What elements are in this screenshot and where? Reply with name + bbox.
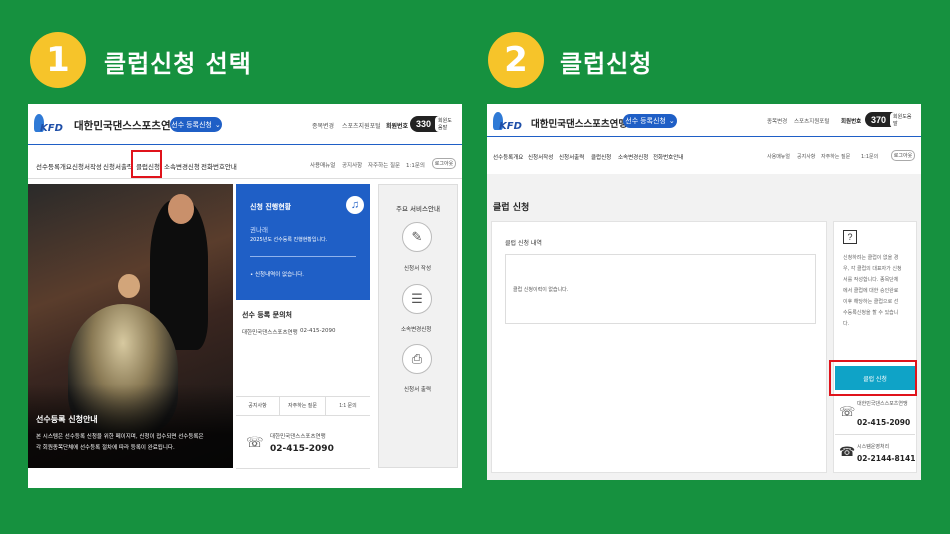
services-title: 주요 서비스안내 (396, 205, 440, 213)
left-screenshot: KFD 대한민국댄스스포츠연맹 선수 등록신청 ⌄ 종목변경 스포츠지원포털 회원… (28, 104, 462, 488)
nav-item-transfer[interactable]: 소속변경신청 (618, 153, 648, 161)
help-line-1: 우, 각 클럽의 대표자가 신청 (843, 266, 902, 272)
help-line-5: 수등록신청을 할 수 있습니 (843, 310, 899, 316)
nav-item-print[interactable]: 신청서출력 (103, 161, 133, 171)
status-line: 2025년도 선수등록 진행현황입니다. (250, 237, 328, 243)
visit-badge: 370 회원도움말 (865, 111, 917, 128)
logout-button[interactable]: 로그아웃 (891, 150, 915, 161)
help-line-6: 다. (843, 321, 850, 327)
util-link-3[interactable]: 1:1문의 (861, 153, 878, 160)
visit-label: 회원번호 (841, 119, 862, 125)
nav-item-overview[interactable]: 선수등록개요 (36, 161, 72, 171)
phone-icon: ☏ (246, 434, 264, 450)
contact-org: 대한민국댄스스포츠연맹 (270, 434, 326, 440)
form-write-icon[interactable]: ✎ (402, 222, 432, 252)
service-item-1[interactable]: 소속변경신청 (401, 325, 431, 333)
dancer-man-head (168, 194, 194, 224)
chevron-down-icon: ⌄ (668, 118, 675, 125)
step-2-badge: 2 (488, 32, 544, 88)
hero-line-1: 본 시스템은 선수등록 신청을 위한 페이지며, 신청이 접수되면 선수등록은 (36, 434, 204, 440)
bottom-tab-qna[interactable]: 1:1 문의 (326, 396, 370, 416)
step-1-title: 클럽신청 선택 (104, 50, 252, 78)
headset-icon: ☎ (839, 444, 856, 459)
util-link-0[interactable]: 사용매뉴얼 (767, 153, 790, 160)
inquiry-phone: 02-415-2090 (300, 328, 336, 334)
contact-phone: 02-415-2090 (270, 444, 334, 454)
status-empty: • 신청내역이 없습니다. (250, 272, 305, 278)
menu-pill[interactable]: 선수 등록신청 ⌄ (170, 117, 222, 132)
visit-label: 회원번호 (386, 123, 409, 130)
help-line-3: 에서 클럽에 대한 승인완료 (843, 288, 899, 294)
service-item-0[interactable]: 신청서 작성 (404, 264, 431, 272)
top-link-1[interactable]: 스포츠지원포털 (794, 117, 829, 125)
question-icon: ? (843, 230, 857, 244)
org-name: 대한민국댄스스포츠연맹 (74, 120, 181, 132)
org-name: 대한민국댄스스포츠연맹 (531, 119, 628, 130)
contact2-phone: 02-2144-8141 (857, 454, 916, 463)
printer-icon[interactable]: ⎙ (402, 344, 432, 374)
hero-line-2: 각 회원종목단체에 선수등록 절차에 따라 등록이 완료됩니다. (36, 445, 175, 451)
bottom-tab-faq[interactable]: 자주하는 질문 (280, 396, 326, 416)
contact2-org: 시스템운영처리 (857, 444, 890, 450)
nav-item-form[interactable]: 신청서작성 (528, 153, 553, 161)
inquiry-title: 선수 등록 문의처 (242, 311, 292, 319)
logo[interactable]: KFD (34, 114, 64, 136)
util-link-2[interactable]: 자주하는 질문 (821, 153, 850, 160)
nav-item-form[interactable]: 신청서작성 (72, 161, 102, 171)
util-link-1[interactable]: 공지사항 (797, 153, 815, 160)
club-nav-highlight (131, 150, 162, 178)
history-empty: 클럽 신청이력이 없습니다. (513, 287, 569, 293)
dancer-icon: ♫ (346, 196, 364, 214)
nav-item-club[interactable]: 클럽신청 (591, 153, 611, 161)
top-link-0[interactable]: 종목변경 (312, 121, 334, 130)
visit-badge: 330 회원도움말 (410, 116, 458, 132)
service-item-2[interactable]: 신청서 출력 (404, 385, 431, 393)
top-link-1[interactable]: 스포츠지원포털 (342, 121, 381, 130)
util-link-0[interactable]: 사용매뉴얼 (310, 161, 335, 169)
right-screenshot: KFD 대한민국댄스스포츠연맹 선수 등록신청 ⌄ 종목변경 스포츠지원포털 회원… (487, 104, 921, 480)
step-1-badge: 1 (30, 32, 86, 88)
status-name: 권나래 (250, 226, 268, 234)
chevron-down-icon: ⌄ (214, 121, 221, 129)
hero-title: 선수등록 신청안내 (36, 415, 98, 424)
util-link-1[interactable]: 공지사항 (342, 161, 362, 169)
apply-button-highlight (829, 360, 917, 396)
nav-item-phone[interactable]: 전화번호안내 (201, 161, 237, 171)
top-link-0[interactable]: 종목변경 (767, 117, 787, 125)
phone-chat-icon: ☏ (839, 404, 856, 419)
nav-item-phone[interactable]: 전화번호안내 (653, 153, 683, 161)
contact1-org: 대한민국댄스스포츠연맹 (857, 401, 908, 407)
inquiry-org: 대한민국댄스스포츠연맹 (242, 330, 298, 336)
util-link-2[interactable]: 자주하는 질문 (368, 161, 400, 169)
transfer-doc-icon[interactable]: ☰ (402, 284, 432, 314)
page-title: 클럽 신청 (493, 203, 530, 213)
hero-image (28, 184, 233, 468)
history-title: 클럽 신청 내역 (505, 240, 542, 247)
nav-item-overview[interactable]: 선수등록개요 (493, 153, 523, 161)
util-link-3[interactable]: 1:1문의 (406, 161, 425, 169)
logout-button[interactable]: 로그아웃 (432, 158, 456, 169)
status-title: 신청 진행현황 (250, 203, 292, 211)
step-2-title: 클럽신청 (560, 50, 653, 78)
nav-item-print[interactable]: 신청서출력 (559, 153, 584, 161)
help-line-4: 이후 해당하는 클럽으로 선 (843, 299, 899, 305)
help-line-2: 서를 작성합니다. 종목단체 (843, 277, 899, 283)
logo[interactable]: KFD (493, 112, 523, 134)
help-line-0: 신청하려는 클럽이 없을 경 (843, 255, 899, 261)
contact1-phone: 02-415-2090 (857, 418, 911, 427)
status-box: 신청 진행현황 ♫ 권나래 2025년도 선수등록 진행현황입니다. • 신청내… (236, 184, 370, 300)
dancer-woman-head (118, 274, 140, 298)
bottom-tab-notice[interactable]: 공지사항 (236, 396, 280, 416)
nav-item-transfer[interactable]: 소속변경신청 (164, 161, 200, 171)
menu-pill[interactable]: 선수 등록신청 ⌄ (623, 114, 677, 128)
